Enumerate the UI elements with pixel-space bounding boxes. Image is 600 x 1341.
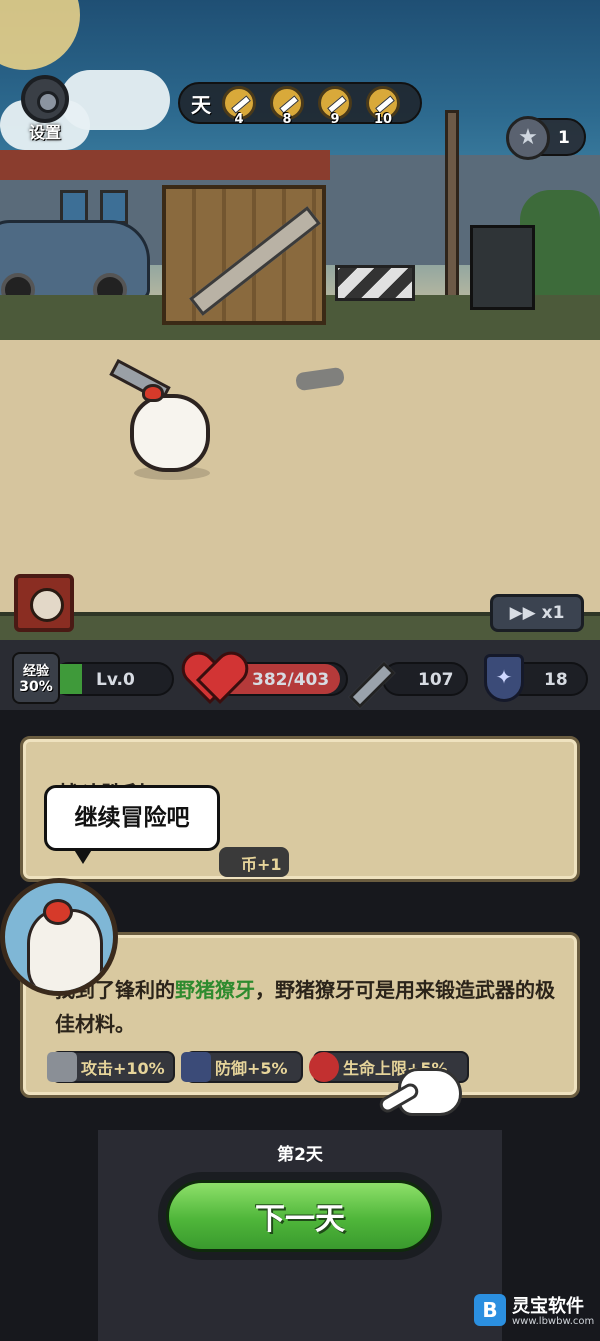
defense-value: 18 (544, 670, 568, 690)
milestone-day: 9 (330, 112, 340, 127)
milestone-sword-icon: 10 (366, 86, 400, 127)
watermark-title: 灵宝软件 (512, 1296, 584, 1317)
reward-pill: 币+1 (219, 847, 289, 877)
heart-icon (186, 654, 240, 704)
pointing-hand-icon (376, 1060, 466, 1130)
watermark-logo-icon: B (474, 1294, 506, 1326)
exp-badge: 经验 30% (12, 652, 60, 704)
milestone-sword-icon: 8 (270, 86, 304, 127)
chicken-hero (109, 358, 222, 482)
exp-fill (58, 664, 82, 694)
coin-count: 1 (558, 128, 570, 148)
settings-button[interactable]: 设置 (18, 75, 72, 142)
hp-value: 382/403 (252, 670, 330, 690)
shield-icon (181, 1052, 211, 1082)
watermark-url: www.lbwbw.com (512, 1316, 595, 1327)
lamp-pole (445, 110, 459, 310)
heart-max-icon (309, 1052, 339, 1082)
day-label: 第2天 (277, 1145, 323, 1165)
chicken-avatar (0, 878, 118, 996)
attack-bonus-tag: 攻击+10% (47, 1051, 175, 1083)
milestone-day: 8 (282, 112, 292, 127)
stats-bar: 经验 30% Lv.0 382/403 107 18 (0, 640, 600, 710)
road-barrier (335, 265, 415, 301)
game-scene: 设置 天 4 8 9 10 ★ 1 ▶▶ x1 (0, 0, 600, 640)
star-coin-icon: ★ (506, 116, 550, 160)
speed-button[interactable]: ▶▶ x1 (490, 594, 584, 632)
speech-bubble: 继续冒险吧 (44, 785, 220, 864)
milestone-sword-icon: 9 (318, 86, 352, 127)
attack-value: 107 (418, 670, 454, 690)
gear-icon (21, 75, 69, 123)
next-day-button[interactable]: 下一天 (158, 1172, 442, 1260)
day-progress-bar: 天 4 8 9 10 (178, 82, 422, 127)
coin-counter: ★ 1 (506, 116, 586, 160)
milestone-day: 10 (373, 112, 393, 127)
trash-bin (470, 225, 535, 310)
watermark: B 灵宝软件 www.lbwbw.com (474, 1292, 594, 1332)
house-window (60, 190, 88, 224)
shield-icon (484, 654, 524, 702)
story-text: 找到了锋利的野猪獠牙，野猪獠牙可是用来锻造武器的极佳材料。 (55, 973, 555, 1041)
next-day-label: 下一天 (166, 1180, 434, 1252)
parked-car (0, 220, 150, 307)
sun (0, 0, 80, 70)
defense-bonus: 防御+5% (215, 1059, 288, 1078)
skill-button[interactable] (14, 574, 74, 632)
house-window (100, 190, 128, 224)
exp-label: 经验 (22, 664, 49, 679)
exp-percent: 30% (19, 679, 53, 695)
sword-icon (47, 1052, 77, 1082)
defense-bonus-tag: 防御+5% (181, 1051, 303, 1083)
level-value: Lv.0 (96, 670, 135, 690)
milestone-day: 4 (234, 112, 244, 127)
days-label: 天 (191, 92, 211, 117)
item-name: 野猪獠牙 (175, 978, 255, 1002)
house-roof (0, 150, 330, 180)
attack-bonus: 攻击+10% (81, 1059, 165, 1078)
milestone-sword-icon: 4 (222, 86, 256, 127)
